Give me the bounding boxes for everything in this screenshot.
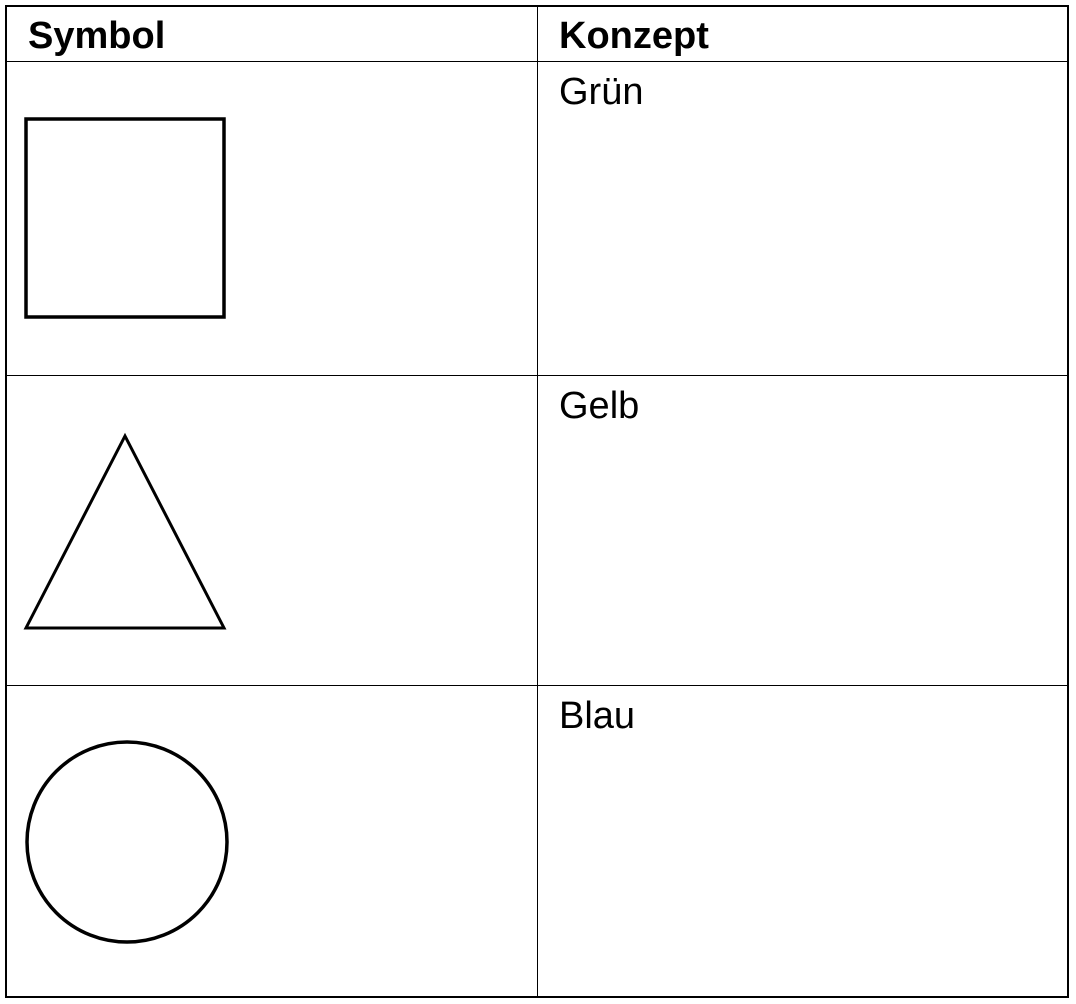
column-divider: [537, 7, 538, 996]
concept-label: Grün: [559, 71, 644, 113]
header-concept: Konzept: [559, 15, 709, 57]
concept-label: Gelb: [559, 385, 640, 427]
header-symbol: Symbol: [28, 15, 166, 57]
square-icon: [24, 117, 226, 319]
circle-icon: [25, 740, 229, 944]
concept-label: Blau: [559, 695, 636, 737]
symbol-concept-table: Symbol Konzept Grün Gelb Blau: [5, 5, 1069, 998]
triangle-icon: [23, 432, 227, 630]
